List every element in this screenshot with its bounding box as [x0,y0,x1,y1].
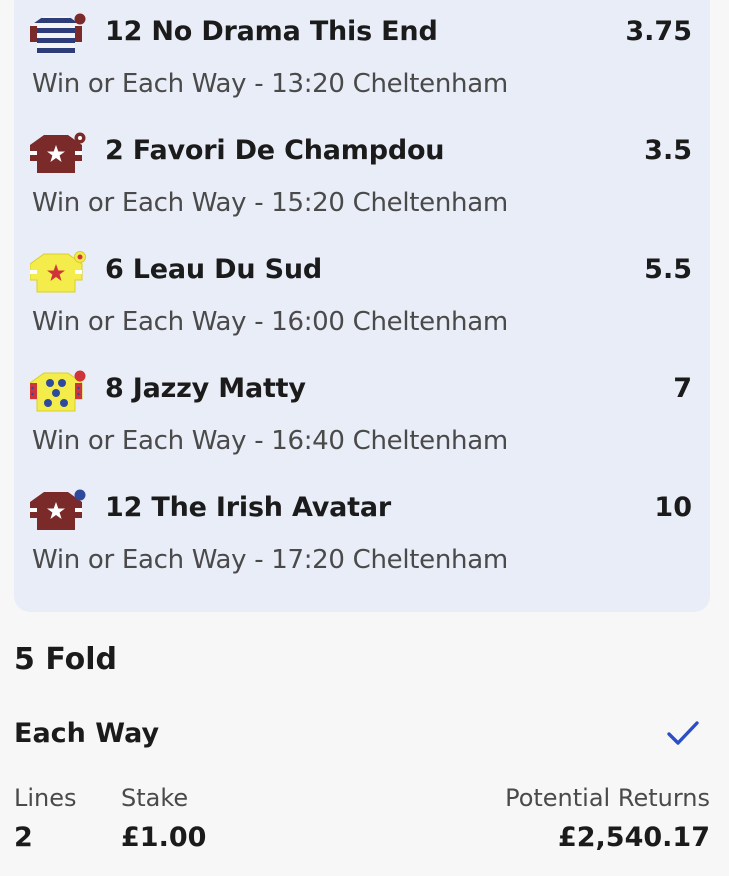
runner-price[interactable]: 10 [654,492,692,523]
market-info: Win or Each Way - 15:20 Cheltenham [32,188,508,218]
lines-label: Lines [14,784,77,812]
market-info: Win or Each Way - 17:20 Cheltenham [32,545,508,575]
runner-price[interactable]: 7 [673,373,692,404]
runner-name: 6 Leau Du Sud [105,254,322,285]
silks-yellow-red-star-icon [30,251,86,293]
selection-row[interactable]: 12 The Irish Avatar 10 Win or Each Way -… [14,464,710,583]
selection-row[interactable]: 12 No Drama This End 3.75 Win or Each Wa… [14,0,710,107]
lines-value: 2 [14,822,33,853]
selection-row[interactable]: 8 Jazzy Matty 7 Win or Each Way - 16:40 … [14,345,710,464]
market-info: Win or Each Way - 16:00 Cheltenham [32,307,508,337]
potential-returns-label: Potential Returns [505,784,710,812]
selection-row[interactable]: 6 Leau Du Sud 5.5 Win or Each Way - 16:0… [14,226,710,345]
silks-maroon-white-star-blue-cap-icon [30,489,86,530]
runner-price[interactable]: 5.5 [644,254,692,285]
silks-blue-white-hoops-icon [30,13,86,54]
checkmark-icon[interactable] [666,718,700,748]
stake-label: Stake [121,784,189,812]
potential-returns-value: £2,540.17 [557,822,710,853]
market-info: Win or Each Way - 16:40 Cheltenham [32,426,508,456]
runner-name: 2 Favori De Champdou [105,135,445,166]
runner-name: 8 Jazzy Matty [105,373,306,404]
each-way-label[interactable]: Each Way [14,718,159,749]
selection-row[interactable]: 2 Favori De Champdou 3.5 Win or Each Way… [14,107,710,226]
runner-name: 12 No Drama This End [105,16,438,47]
runner-price[interactable]: 3.75 [625,16,692,47]
stake-value[interactable]: £1.00 [121,822,206,853]
selections-card: 12 No Drama This End 3.75 Win or Each Wa… [14,0,710,612]
runner-price[interactable]: 3.5 [644,135,692,166]
runner-name: 12 The Irish Avatar [105,492,392,523]
bet-type-title: 5 Fold [14,642,117,677]
silks-yellow-blue-spots-icon [30,370,86,412]
silks-maroon-white-star-icon [30,132,86,173]
market-info: Win or Each Way - 13:20 Cheltenham [32,69,508,99]
